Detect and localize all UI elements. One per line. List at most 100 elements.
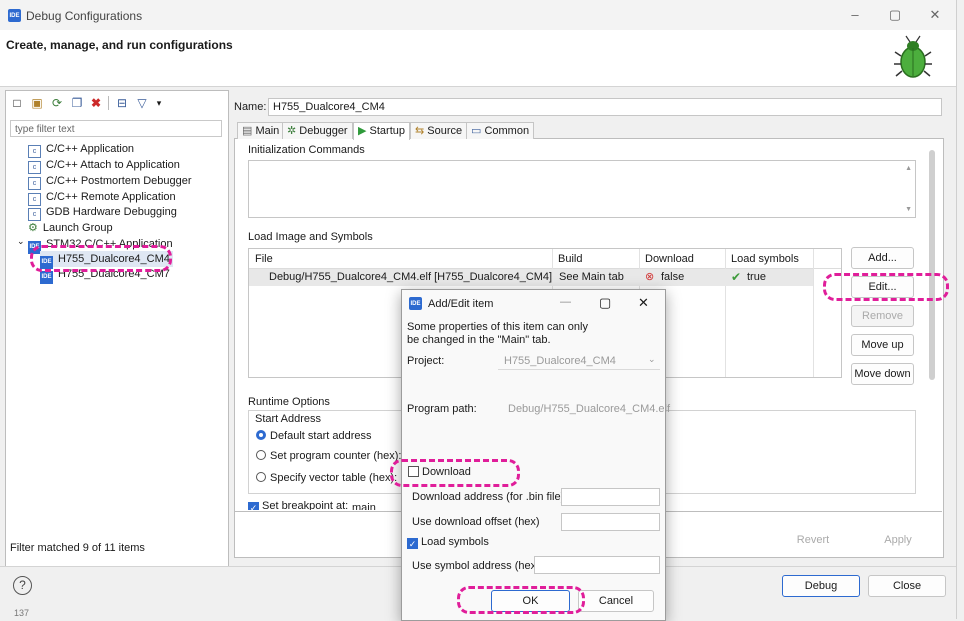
tree-item-label: Launch Group [42,222,113,234]
common-tab-icon: ▭ [471,125,485,137]
startup-tab-icon: ▶ [358,125,370,137]
apply-button[interactable]: Apply [860,529,936,551]
move-up-button[interactable]: Move up [851,334,914,356]
load-image-title: Load Image and Symbols [248,231,373,243]
debug-button[interactable]: Debug [782,575,860,597]
filter-input[interactable]: type filter text [10,120,222,137]
start-address-title: Start Address [255,413,322,425]
revert-button[interactable]: Revert [778,529,848,551]
tree-item-cpp-application[interactable]: c C/C++ Application [28,141,134,158]
tree-item-remote[interactable]: c C/C++ Remote Application [28,189,176,206]
radio-label: Default start address [270,430,372,442]
tree-item-postmortem[interactable]: c C/C++ Postmortem Debugger [28,173,192,190]
project-underline [498,369,660,370]
download-offset-label: Use download offset (hex) [412,516,540,528]
column-divider [813,249,814,377]
tab-label: Main [255,125,280,137]
column-download: Download [645,253,694,265]
bug-icon [894,35,932,78]
row-file: Debug/H755_Dualcore4_CM4.elf [H755_Dualc… [269,271,553,283]
remove-button[interactable]: Remove [851,305,914,327]
tree-item-label: C/C++ Postmortem Debugger [46,175,192,187]
symbol-address-input[interactable] [534,556,660,574]
highlight-download-checkbox [390,459,520,487]
title-bar: IDE Debug Configurations – ▢ ✕ [0,0,956,30]
new-config-icon[interactable]: □ [10,96,24,110]
dialog-minimize-icon[interactable]: — [560,296,571,308]
radio-label: Specify vector table (hex): [270,472,398,484]
toolbar-divider [108,96,109,110]
debugger-tab-icon: ✲ [287,125,300,137]
tab-label: Startup [369,125,405,137]
tree-item-label: C/C++ Attach to Application [46,159,180,171]
tree-item-gdb[interactable]: c GDB Hardware Debugging [28,204,177,221]
minimize-icon[interactable]: – [840,5,870,25]
ide-icon: IDE [40,271,53,284]
download-offset-input[interactable] [561,513,660,531]
row-build: See Main tab [559,271,624,283]
download-address-input[interactable] [561,488,660,506]
tab-label: Source [427,125,463,137]
checkbox-checked-icon: ✓ [407,538,418,549]
highlight-edit-button [823,273,949,301]
name-label: Name: [234,101,267,113]
column-build: Build [558,253,583,265]
tree-item-launch-group[interactable]: ⚙ Launch Group [28,220,113,236]
runtime-options-title: Runtime Options [248,396,330,408]
column-load-symbols: Load symbols [731,253,799,265]
tree-item-attach[interactable]: c C/C++ Attach to Application [28,157,180,174]
breakpoint-value[interactable]: main [352,502,376,510]
true-icon: ✔ [731,270,742,284]
init-commands-textarea[interactable]: ▲ ▼ [248,160,916,218]
dialog-info-line1: Some properties of this item can only [407,321,588,333]
checkbox-label: Set breakpoint at: [262,500,349,510]
launch-group-icon: ⚙ [28,222,38,234]
row-download: false [661,271,685,283]
tab-source[interactable]: ⇆ Source [410,122,468,139]
init-commands-title: Initialization Commands [248,144,365,156]
close-window-icon[interactable]: ✕ [920,5,950,25]
scroll-up-icon[interactable]: ▲ [905,165,912,172]
maximize-icon[interactable]: ▢ [880,5,910,25]
view-menu-icon[interactable]: ▾ [152,96,166,110]
tab-label: Common [484,125,530,137]
duplicate-icon[interactable]: ❐ [70,96,84,110]
dialog-info-line2: be changed in the "Main" tab. [407,334,551,346]
load-symbols-checkbox[interactable]: ✓ Load symbols [407,536,489,549]
project-label: Project: [407,355,445,367]
false-icon: ⊗ [645,271,655,283]
radio-vector-table[interactable]: Specify vector table (hex): [256,472,397,484]
add-button[interactable]: Add... [851,247,914,269]
radio-program-counter[interactable]: Set program counter (hex): [256,450,401,462]
collapse-all-icon[interactable]: ⊟ [115,96,129,110]
dialog-title: Add/Edit item [428,298,494,310]
delete-icon[interactable]: ✖ [89,96,103,110]
tab-debugger[interactable]: ✲ Debugger [282,122,353,139]
close-button[interactable]: Close [868,575,946,597]
checkbox-checked-icon: ✓ [248,502,259,510]
highlight-cm4-item [30,245,172,272]
name-field[interactable]: H755_Dualcore4_CM4 [268,98,942,116]
add-edit-dialog: IDE Add/Edit item — ▢ ✕ Some properties … [390,289,670,621]
dialog-maximize-icon[interactable]: ▢ [599,295,611,311]
tab-main[interactable]: ▤ Main [237,122,285,139]
filter-icon[interactable]: ▽ [135,96,149,110]
radio-icon [256,450,266,460]
move-down-button[interactable]: Move down [851,363,914,385]
export-icon[interactable]: ⟳ [50,96,64,110]
scroll-down-icon[interactable]: ▼ [905,206,912,213]
dialog-close-icon[interactable]: ✕ [638,295,649,311]
scrollbar-thumb[interactable] [929,150,935,380]
tab-common[interactable]: ▭ Common [466,122,535,139]
ide-icon: IDE [409,297,422,310]
project-value: H755_Dualcore4_CM4 [504,355,616,367]
new-prototype-icon[interactable]: ▣ [30,96,44,110]
radio-default-start[interactable]: Default start address [256,430,372,442]
cancel-button[interactable]: Cancel [578,590,654,612]
tab-startup[interactable]: ▶ Startup [353,122,410,140]
set-breakpoint-checkbox[interactable]: ✓ Set breakpoint at: [248,500,348,510]
expand-chevron-icon[interactable]: ⌄ [17,236,25,247]
page-title: Create, manage, and run configurations [6,38,233,52]
checkbox-label: Load symbols [421,536,489,548]
help-icon[interactable]: ? [13,576,32,595]
